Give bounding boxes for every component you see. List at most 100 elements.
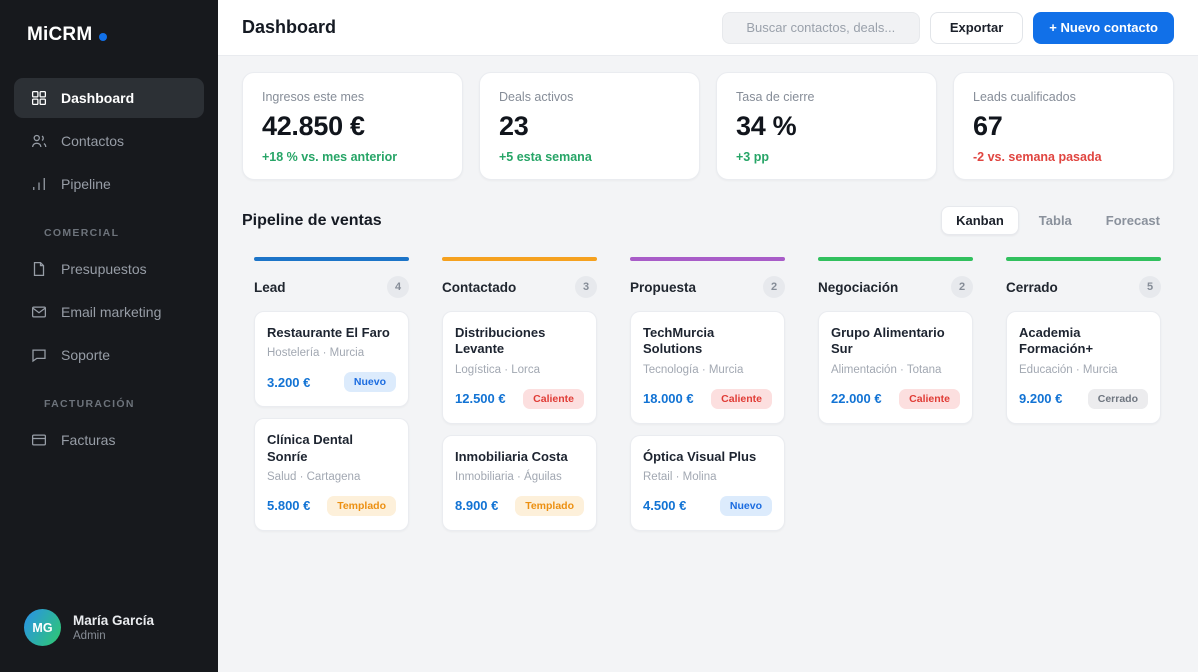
page-title: Dashboard: [242, 17, 336, 38]
column-cards: Grupo Alimentario Sur Alimentación · Tot…: [818, 311, 973, 424]
tab-kanban[interactable]: Kanban: [941, 206, 1019, 235]
deal-title: TechMurcia Solutions: [643, 325, 772, 358]
column-color-bar: [630, 257, 785, 261]
deal-footer: 12.500 € Caliente: [455, 389, 584, 409]
stat-delta: -2 vs. semana pasada: [973, 150, 1154, 164]
column-name: Negociación: [818, 280, 898, 295]
sidebar-item-presupuestos[interactable]: Presupuestos: [14, 249, 204, 289]
users-icon: [30, 132, 48, 150]
sidebar-item-soporte[interactable]: Soporte: [14, 335, 204, 375]
deal-card[interactable]: Clínica Dental Sonríe Salud · Cartagena …: [254, 418, 409, 531]
deal-footer: 22.000 € Caliente: [831, 389, 960, 409]
column-header: Lead 4: [254, 276, 409, 298]
status-badge: Caliente: [711, 389, 772, 409]
new-contact-button[interactable]: + Nuevo contacto: [1033, 12, 1174, 44]
deal-value: 5.800 €: [267, 498, 310, 513]
stat-delta: +5 esta semana: [499, 150, 680, 164]
column-cards: TechMurcia Solutions Tecnología · Murcia…: [630, 311, 785, 531]
deal-footer: 18.000 € Caliente: [643, 389, 772, 409]
column-header: Propuesta 2: [630, 276, 785, 298]
stat-card-leads: Leads cualificados 67 -2 vs. semana pasa…: [953, 72, 1174, 180]
deal-meta: Retail · Molina: [643, 471, 772, 483]
deal-card[interactable]: Distribuciones Levante Logística · Lorca…: [442, 311, 597, 424]
app-logo: MiCRM: [0, 0, 218, 64]
column-name: Lead: [254, 280, 286, 295]
column-color-bar: [254, 257, 409, 261]
stat-value: 34 %: [736, 111, 917, 142]
deal-card[interactable]: Academia Formación+ Educación · Murcia 9…: [1006, 311, 1161, 424]
column-name: Cerrado: [1006, 280, 1058, 295]
envelope-icon: [30, 303, 48, 321]
status-badge: Templado: [327, 496, 396, 516]
deal-meta: Tecnología · Murcia: [643, 364, 772, 376]
stat-label: Ingresos este mes: [262, 90, 443, 104]
deal-value: 22.000 €: [831, 391, 882, 406]
stat-delta: +3 pp: [736, 150, 917, 164]
column-count-badge: 3: [575, 276, 597, 298]
deal-value: 8.900 €: [455, 498, 498, 513]
tab-forecast[interactable]: Forecast: [1092, 207, 1174, 234]
kanban-column-negociacion: Negociación 2 Grupo Alimentario Sur Alim…: [818, 257, 973, 531]
grid-icon: [30, 89, 48, 107]
status-badge: Caliente: [523, 389, 584, 409]
sidebar-item-dashboard[interactable]: Dashboard: [14, 78, 204, 118]
stat-card-deals: Deals activos 23 +5 esta semana: [479, 72, 700, 180]
deal-card[interactable]: TechMurcia Solutions Tecnología · Murcia…: [630, 311, 785, 424]
status-badge: Caliente: [899, 389, 960, 409]
document-icon: [30, 260, 48, 278]
status-badge: Cerrado: [1088, 389, 1148, 409]
column-count-badge: 5: [1139, 276, 1161, 298]
column-color-bar: [1006, 257, 1161, 261]
sidebar-item-label: Facturas: [61, 432, 115, 448]
stat-value: 67: [973, 111, 1154, 142]
status-badge: Nuevo: [344, 372, 396, 392]
sidebar-item-contactos[interactable]: Contactos: [14, 121, 204, 161]
deal-value: 9.200 €: [1019, 391, 1062, 406]
search-input[interactable]: [722, 12, 920, 44]
status-badge: Templado: [515, 496, 584, 516]
deal-value: 3.200 €: [267, 375, 310, 390]
deal-title: Clínica Dental Sonríe: [267, 432, 396, 465]
stat-label: Tasa de cierre: [736, 90, 917, 104]
sidebar-item-facturas[interactable]: Facturas: [14, 420, 204, 460]
deal-card[interactable]: Grupo Alimentario Sur Alimentación · Tot…: [818, 311, 973, 424]
user-profile[interactable]: MG María García Admin: [0, 591, 218, 672]
tab-tabla[interactable]: Tabla: [1025, 207, 1086, 234]
status-badge: Nuevo: [720, 496, 772, 516]
stat-value: 42.850 €: [262, 111, 443, 142]
deal-footer: 8.900 € Templado: [455, 496, 584, 516]
deal-card[interactable]: Óptica Visual Plus Retail · Molina 4.500…: [630, 435, 785, 531]
deal-card[interactable]: Inmobiliaria Costa Inmobiliaria · Águila…: [442, 435, 597, 531]
user-name: María García: [73, 613, 154, 628]
deal-meta: Salud · Cartagena: [267, 471, 396, 483]
sidebar-item-pipeline[interactable]: Pipeline: [14, 164, 204, 204]
kanban-column-cerrado: Cerrado 5 Academia Formación+ Educación …: [1006, 257, 1161, 531]
deal-title: Grupo Alimentario Sur: [831, 325, 960, 358]
top-bar: Dashboard Exportar + Nuevo contacto: [218, 0, 1198, 56]
sidebar-item-email-marketing[interactable]: Email marketing: [14, 292, 204, 332]
deal-title: Distribuciones Levante: [455, 325, 584, 358]
kanban-column-propuesta: Propuesta 2 TechMurcia Solutions Tecnolo…: [630, 257, 785, 531]
column-cards: Distribuciones Levante Logística · Lorca…: [442, 311, 597, 531]
column-count-badge: 2: [763, 276, 785, 298]
deal-title: Academia Formación+: [1019, 325, 1148, 358]
kanban-column-contactado: Contactado 3 Distribuciones Levante Logí…: [442, 257, 597, 531]
deal-meta: Hostelería · Murcia: [267, 347, 396, 359]
column-header: Cerrado 5: [1006, 276, 1161, 298]
column-color-bar: [442, 257, 597, 261]
deal-card[interactable]: Restaurante El Faro Hostelería · Murcia …: [254, 311, 409, 407]
logo-dot-icon: [99, 33, 107, 41]
export-button[interactable]: Exportar: [930, 12, 1023, 44]
sidebar: MiCRM Dashboard Contactos Pipeline COMER…: [0, 0, 218, 672]
sidebar-section-facturacion: FACTURACIÓN: [14, 378, 204, 420]
sidebar-item-label: Pipeline: [61, 176, 111, 192]
deal-footer: 4.500 € Nuevo: [643, 496, 772, 516]
deal-value: 12.500 €: [455, 391, 506, 406]
stat-value: 23: [499, 111, 680, 142]
deal-footer: 9.200 € Cerrado: [1019, 389, 1148, 409]
dashboard-content: Ingresos este mes 42.850 € +18 % vs. mes…: [218, 56, 1198, 672]
column-header: Contactado 3: [442, 276, 597, 298]
stat-card-ingresos: Ingresos este mes 42.850 € +18 % vs. mes…: [242, 72, 463, 180]
deal-meta: Inmobiliaria · Águilas: [455, 471, 584, 483]
stat-label: Deals activos: [499, 90, 680, 104]
